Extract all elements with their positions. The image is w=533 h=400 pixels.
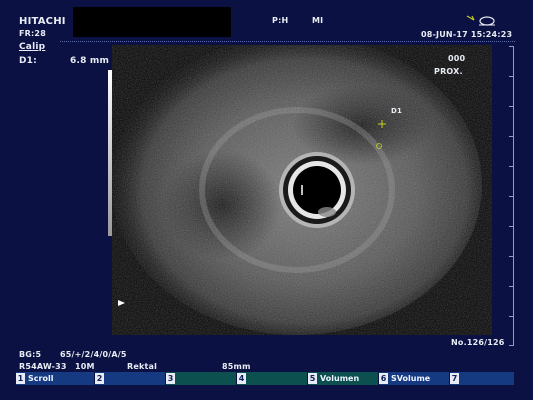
softkey-number: 2 bbox=[95, 373, 104, 384]
d1-caliper-label: D1 bbox=[391, 107, 403, 115]
frame-counter: No.126/126 bbox=[451, 338, 505, 347]
softkey-6-svolume[interactable]: 6 SVolume bbox=[379, 372, 450, 385]
softkey-2[interactable]: 2 bbox=[95, 372, 166, 385]
caliper-mode-label: Calip bbox=[19, 42, 46, 52]
header-divider bbox=[60, 41, 515, 42]
frame-rate: FR:28 bbox=[19, 29, 46, 38]
bg-parameters: 65/+/2/4/0/A/5 bbox=[60, 350, 127, 359]
softkey-number: 3 bbox=[166, 373, 175, 384]
redacted-patient-info bbox=[73, 7, 231, 37]
softkey-number: 4 bbox=[237, 373, 246, 384]
mechanical-index: MI bbox=[312, 16, 324, 25]
probe-model: R54AW-33 bbox=[19, 362, 67, 371]
softkey-number: 7 bbox=[450, 373, 459, 384]
softkey-1-scroll[interactable]: 1 Scroll bbox=[16, 372, 95, 385]
softkey-number: 6 bbox=[379, 373, 388, 384]
ultrasound-image bbox=[112, 45, 492, 335]
image-depth: 85mm bbox=[222, 362, 251, 371]
ultrasound-screen: HITACHI FR:28 P:H MI 08-JUN-17 15:24:23 … bbox=[0, 0, 533, 400]
brand-label: HITACHI bbox=[19, 16, 66, 27]
focus-marker-icon bbox=[118, 300, 125, 306]
orientation-code: 000 bbox=[448, 54, 466, 63]
date-time: 08-JUN-17 15:24:23 bbox=[421, 30, 513, 39]
application-preset: Rektal bbox=[127, 362, 158, 371]
softkey-number: 1 bbox=[16, 373, 25, 384]
d1-label: D1: bbox=[19, 56, 37, 66]
softkey-4[interactable]: 4 bbox=[237, 372, 308, 385]
depth-scale bbox=[509, 46, 515, 346]
bg-setting: BG:5 bbox=[19, 350, 42, 359]
power-indicator: P:H bbox=[272, 16, 289, 25]
softkey-bar: 1 Scroll 2 3 4 5 Volumen 6 SVolume 7 bbox=[16, 372, 515, 385]
softkey-5-volumen[interactable]: 5 Volumen bbox=[308, 372, 379, 385]
softkey-3[interactable]: 3 bbox=[166, 372, 237, 385]
probe-frequency: 10M bbox=[75, 362, 95, 371]
softkey-label: Volumen bbox=[320, 374, 360, 383]
softkey-label: Scroll bbox=[28, 374, 54, 383]
softkey-label: SVolume bbox=[391, 374, 431, 383]
probe-icon bbox=[466, 15, 495, 26]
softkey-7[interactable]: 7 bbox=[450, 372, 515, 385]
softkey-number: 5 bbox=[308, 373, 317, 384]
d1-value: 6.8 mm bbox=[70, 56, 110, 66]
orientation-position: PROX. bbox=[434, 67, 463, 76]
